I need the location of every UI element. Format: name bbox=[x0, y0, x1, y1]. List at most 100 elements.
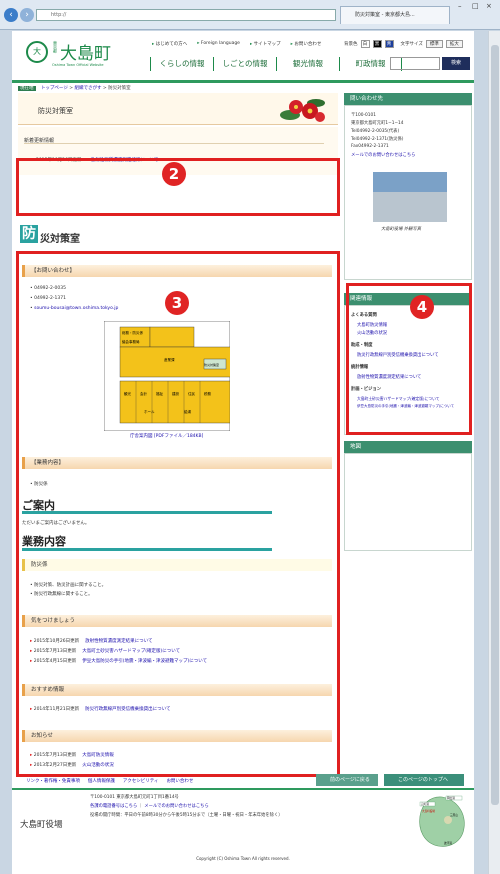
room-label: 総務・防災係 bbox=[122, 330, 143, 335]
recommend-row: ▸ 2014年11月21日更新 防災行政無線戸別受信機乗換貸出について bbox=[30, 707, 171, 712]
site-logo[interactable]: 大島町 bbox=[60, 39, 111, 64]
room-label: 住民 bbox=[188, 391, 195, 396]
logo-prefecture: 東京都 bbox=[53, 41, 58, 53]
site-header: 大 東京都 大島町 Oshima Town Official Website は… bbox=[12, 31, 474, 86]
scrollbar[interactable] bbox=[488, 31, 500, 874]
side-contact-line: 東京都大島町元町1−1−14 bbox=[351, 121, 404, 126]
back-icon[interactable]: ‹ bbox=[4, 8, 18, 22]
town-hall-photo bbox=[373, 172, 447, 222]
callout-2: 2 bbox=[162, 162, 186, 186]
bg-black-button[interactable]: 黒 bbox=[372, 40, 382, 48]
room-label: 会計 bbox=[140, 391, 147, 396]
h1-title: 災対策室 bbox=[40, 234, 80, 245]
nav-living[interactable]: くらしの情報 bbox=[150, 57, 213, 71]
search-input[interactable] bbox=[390, 57, 440, 70]
island-label: 三原山 bbox=[450, 813, 458, 817]
photo-caption: 大島町役場 外観写真 bbox=[381, 227, 422, 232]
address-bar[interactable]: http:// bbox=[36, 9, 336, 21]
link-foreign[interactable]: Foreign language bbox=[197, 41, 240, 47]
link-contact[interactable]: お問い合わせ bbox=[291, 41, 321, 47]
map-body bbox=[344, 453, 472, 551]
caution-row: ▸ 2015年7月13日更新 大島町土砂災害ハザードマップ(確定版)について bbox=[30, 649, 181, 654]
footer-link-legal[interactable]: リンク・著作権・免責事項 bbox=[26, 778, 80, 784]
back-page-button[interactable]: 前のページに戻る bbox=[316, 774, 378, 786]
room-label: 給湯 bbox=[184, 409, 191, 414]
nav-work[interactable]: しごとの情報 bbox=[213, 57, 276, 71]
notice-heading: お知らせ bbox=[22, 730, 332, 742]
page-title: 防災対策室 bbox=[38, 107, 73, 115]
island-map: 元町港 岡田港 大島町役場 三原山 波浮港 bbox=[419, 795, 465, 847]
side-contact-line: 〒100-0101 bbox=[351, 113, 376, 118]
close-icon[interactable]: × bbox=[486, 2, 492, 10]
breadcrumb: 現在地 トップページ > 組織でさがす > 防災対策室 bbox=[18, 86, 131, 91]
island-label: 元町港 bbox=[421, 802, 429, 806]
footer-hours: 役場の開庁時間：平日の午前8時30分から午後5時15分まで（土曜・日曜・祝日・年… bbox=[90, 813, 283, 818]
duty-item: • 防災対策、防災計画に関すること。 bbox=[30, 583, 107, 588]
duty-item: • 防災行政無線に関すること。 bbox=[30, 592, 93, 597]
scrollbar-thumb[interactable] bbox=[491, 45, 499, 805]
duties-title: 業務内容 bbox=[22, 535, 66, 548]
highlight-box-4 bbox=[346, 283, 472, 435]
guide-text: ただいまご案内はございません。 bbox=[22, 521, 90, 526]
contact-heading: 【お問い合わせ】 bbox=[22, 265, 332, 277]
maximize-icon[interactable]: □ bbox=[472, 2, 479, 10]
side-contact-line: Tel04992-2-1371(防災係) bbox=[351, 137, 404, 142]
text-size-label: 文字サイズ bbox=[400, 42, 423, 47]
room-label: 福祉 bbox=[156, 391, 163, 396]
footer-links-row: 各課の電話番号はこちら ｜ メールでのお問い合わせはこちら bbox=[90, 804, 209, 809]
recommend-heading: おすすめ情報 bbox=[22, 684, 332, 696]
work-heading: 【業務内容】 bbox=[22, 457, 332, 469]
link-sitemap[interactable]: サイトマップ bbox=[250, 41, 281, 47]
duties-sub: 防災係 bbox=[22, 559, 332, 571]
footer-address: 〒100-0101 東京都大島町元町1丁目1番14号 bbox=[90, 795, 179, 800]
contact-email[interactable]: • soumu-bousai@town.oshima.tokyo.jp bbox=[30, 306, 118, 311]
link-first-time[interactable]: はじめての方へ bbox=[152, 41, 188, 47]
room-label: 観光 bbox=[124, 391, 131, 396]
page: 大 東京都 大島町 Oshima Town Official Website は… bbox=[12, 31, 474, 874]
side-mail-link[interactable]: メールでのお問い合わせはこちら bbox=[351, 152, 415, 158]
page-title-bar: 防災対策室 bbox=[18, 93, 338, 125]
duties-bar bbox=[22, 548, 272, 551]
footer-link-accessibility[interactable]: アクセシビリティ bbox=[123, 778, 159, 784]
footer-mail-link[interactable]: メールでのお問い合わせはこちら bbox=[144, 804, 208, 809]
nav-tourism[interactable]: 観光情報 bbox=[276, 57, 339, 71]
island-label: 波浮港 bbox=[444, 841, 452, 845]
search-button[interactable]: 検索 bbox=[442, 57, 470, 70]
browser-tab[interactable]: 防災対策室 - 東京都大島... bbox=[340, 6, 450, 24]
site-footer: リンク・著作権・免責事項 個人情報保護 アクセシビリティ お問い合わせ 前のペー… bbox=[12, 774, 474, 874]
breadcrumb-mid[interactable]: 組織でさがす bbox=[75, 86, 102, 91]
room-label: 議会事務局 bbox=[122, 339, 140, 344]
size-large-button[interactable]: 拡大 bbox=[445, 40, 463, 48]
camellia-image bbox=[280, 99, 325, 122]
island-label: 岡田港 bbox=[447, 796, 455, 800]
forward-icon[interactable]: › bbox=[20, 8, 34, 22]
floor-map[interactable]: 総務・防災係 議会事務局 産業課 防災対策室 観光 会計 福祉 建設 住民 税務… bbox=[104, 321, 230, 431]
town-seal-icon: 大 bbox=[26, 41, 48, 63]
bg-blue-button[interactable]: 青 bbox=[384, 40, 394, 48]
h1-kanji: 防 bbox=[20, 225, 38, 243]
notice-row: ▸ 2015年7月13日更新 大島町防災情報 bbox=[30, 753, 114, 758]
browser-chrome: ‹ › http:// 防災対策室 - 東京都大島... – □ × bbox=[0, 0, 500, 30]
caution-row: ▸ 2015年10月26日更新 放射性物質濃度測定結果について bbox=[30, 639, 153, 644]
copyright: Copyright (C) Oshima Town All rights res… bbox=[196, 856, 290, 861]
side-contact-heading: 問い合わせ先 bbox=[344, 93, 472, 105]
room-label: 税務 bbox=[204, 391, 211, 396]
footer-link-contact[interactable]: お問い合わせ bbox=[166, 778, 193, 784]
footer-town-name: 大島町役場 bbox=[20, 820, 63, 830]
contact-phone2: • 04992-2-1371 bbox=[30, 296, 66, 301]
breadcrumb-current: 防災対策室 bbox=[108, 86, 131, 91]
side-contact-line: Tel04992-2-0035(代表) bbox=[351, 129, 400, 134]
work-item: • 防災係 bbox=[30, 482, 48, 487]
footer-phone-link[interactable]: 各課の電話番号はこちら bbox=[90, 804, 137, 809]
map-pdf-link[interactable]: 庁舎案内図 [PDFファイル／184KB] bbox=[130, 433, 203, 439]
page-top-button[interactable]: このページのトップへ bbox=[384, 774, 464, 786]
minimize-icon[interactable]: – bbox=[458, 2, 462, 10]
room-label: 建設 bbox=[172, 391, 179, 396]
room-label: 防災対策室 bbox=[204, 362, 219, 367]
notice-row: ▸ 2013年2月27日更新 火山活動の状況 bbox=[30, 763, 114, 768]
footer-link-privacy[interactable]: 個人情報保護 bbox=[88, 778, 115, 784]
size-normal-button[interactable]: 標準 bbox=[425, 40, 443, 48]
bg-white-button[interactable]: 白 bbox=[360, 40, 370, 48]
room-label: 産業課 bbox=[164, 357, 175, 362]
breadcrumb-home[interactable]: トップページ bbox=[41, 86, 68, 91]
